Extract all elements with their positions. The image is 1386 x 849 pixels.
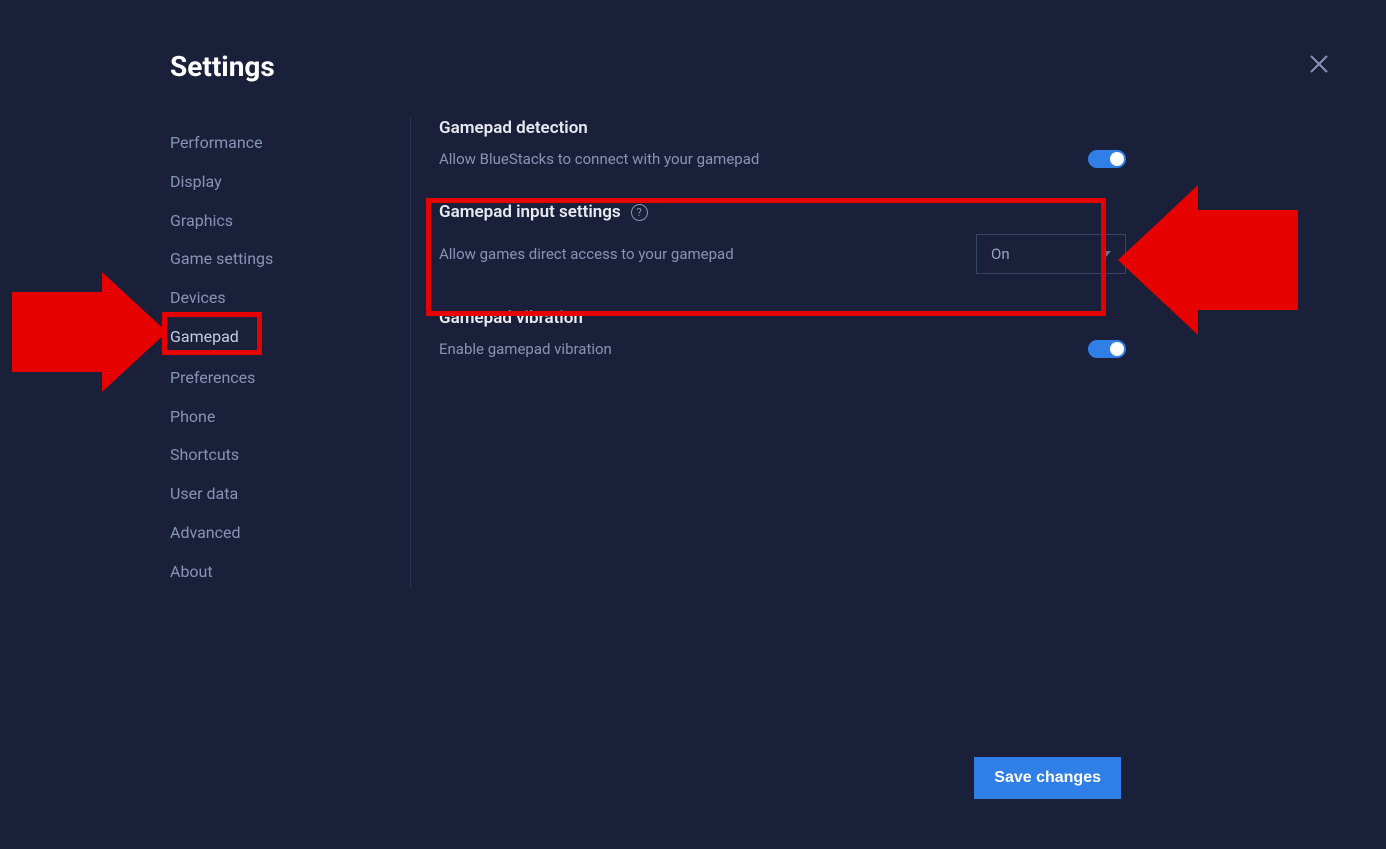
- sidebar-item-shortcuts[interactable]: Shortcuts: [170, 436, 239, 475]
- section-title-detection: Gamepad detection: [439, 118, 1326, 138]
- sidebar-item-performance[interactable]: Performance: [170, 124, 263, 163]
- section-title-vibration-text: Gamepad vibration: [439, 308, 583, 328]
- sidebar-item-user-data[interactable]: User data: [170, 475, 238, 514]
- section-title-input: Gamepad input settings ?: [439, 202, 1326, 222]
- settings-panel: Settings Performance Display Graphics Ga…: [0, 0, 1386, 849]
- gamepad-detection-toggle[interactable]: [1088, 150, 1126, 168]
- vertical-divider: [410, 118, 411, 588]
- sidebar-item-display[interactable]: Display: [170, 163, 222, 202]
- section-title-input-text: Gamepad input settings: [439, 202, 621, 222]
- close-icon: [1307, 52, 1331, 76]
- sidebar-item-game-settings[interactable]: Game settings: [170, 240, 273, 279]
- sidebar-item-graphics[interactable]: Graphics: [170, 202, 233, 241]
- close-button[interactable]: [1307, 52, 1331, 76]
- sidebar-item-advanced[interactable]: Advanced: [170, 514, 241, 553]
- detection-desc: Allow BlueStacks to connect with your ga…: [439, 150, 759, 168]
- settings-sidebar: Performance Display Graphics Game settin…: [170, 118, 410, 837]
- select-value: On: [991, 245, 1010, 263]
- sidebar-item-gamepad[interactable]: Gamepad: [170, 318, 239, 352]
- section-gamepad-vibration: Gamepad vibration Enable gamepad vibrati…: [439, 308, 1326, 358]
- gamepad-vibration-toggle[interactable]: [1088, 340, 1126, 358]
- settings-content: Gamepad detection Allow BlueStacks to co…: [439, 118, 1386, 837]
- save-changes-button[interactable]: Save changes: [974, 757, 1121, 799]
- help-icon[interactable]: ?: [631, 204, 648, 221]
- sidebar-item-phone[interactable]: Phone: [170, 398, 215, 437]
- section-gamepad-input: Gamepad input settings ? Allow games dir…: [439, 202, 1326, 274]
- page-title: Settings: [170, 50, 1386, 83]
- vibration-desc: Enable gamepad vibration: [439, 340, 612, 358]
- section-title-vibration: Gamepad vibration: [439, 308, 1326, 328]
- section-title-detection-text: Gamepad detection: [439, 118, 588, 138]
- sidebar-item-devices[interactable]: Devices: [170, 279, 226, 318]
- chevron-down-icon: [1101, 251, 1111, 257]
- sidebar-item-preferences[interactable]: Preferences: [170, 359, 255, 398]
- input-desc: Allow games direct access to your gamepa…: [439, 245, 734, 263]
- section-gamepad-detection: Gamepad detection Allow BlueStacks to co…: [439, 118, 1326, 168]
- gamepad-input-select[interactable]: On: [976, 234, 1126, 274]
- sidebar-item-about[interactable]: About: [170, 553, 213, 592]
